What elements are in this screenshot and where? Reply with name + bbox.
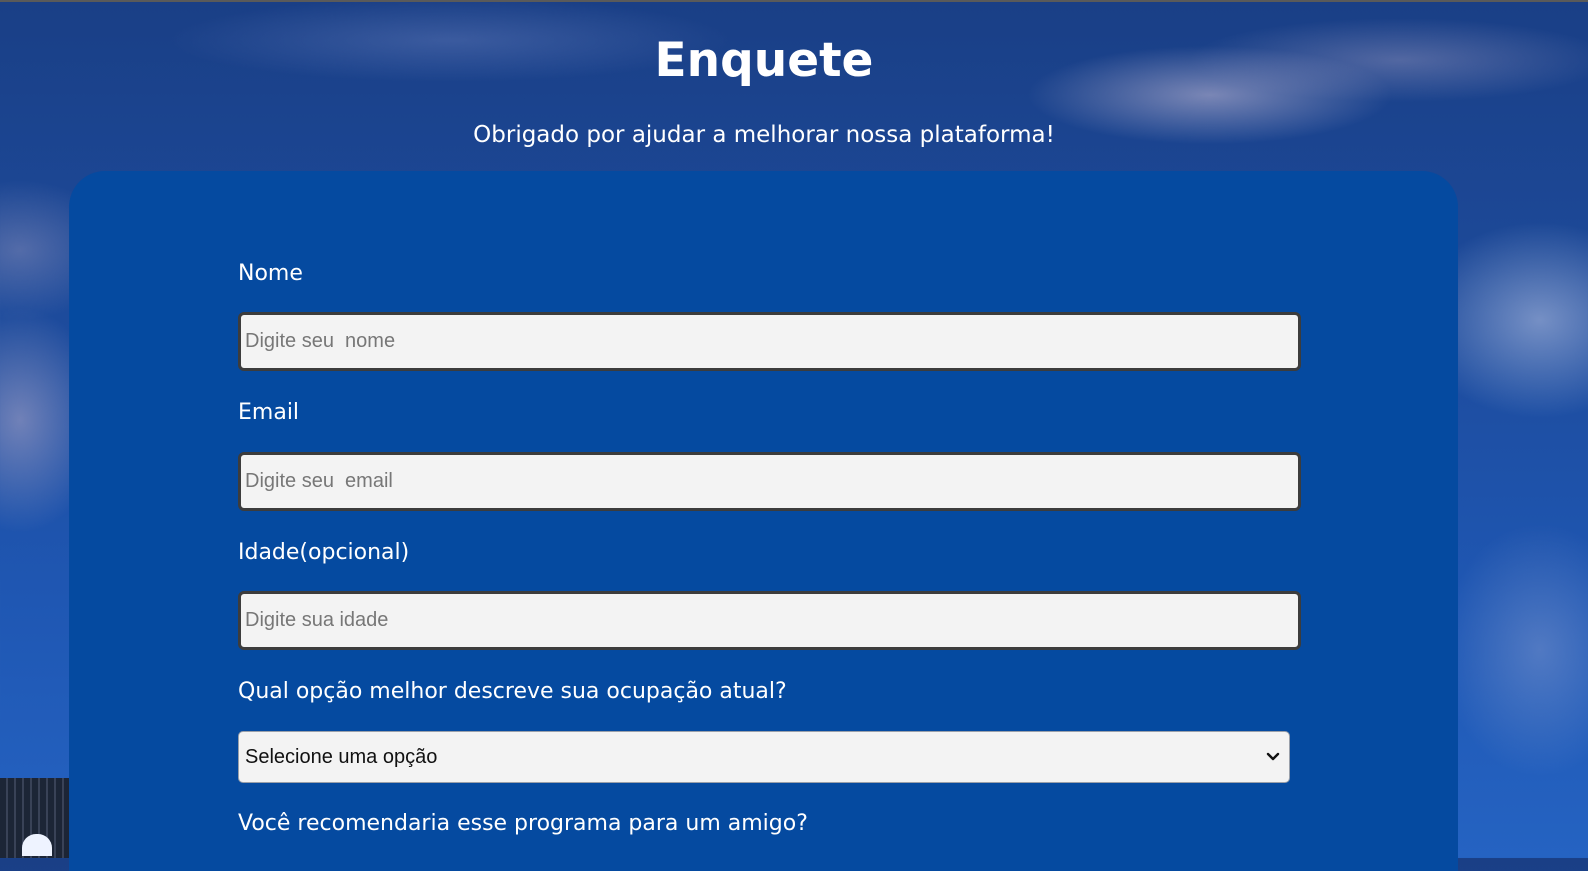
name-label: Nome: [238, 261, 303, 286]
occupation-select-value: Selecione uma opção: [245, 745, 438, 768]
background-building-image: [0, 778, 70, 858]
age-input[interactable]: [238, 591, 1301, 650]
email-label: Email: [238, 400, 300, 425]
name-input[interactable]: [238, 312, 1301, 371]
age-label: Idade(opcional): [238, 540, 410, 565]
page-subtitle: Obrigado por ajudar a melhorar nossa pla…: [473, 122, 1055, 148]
chevron-down-icon: [1265, 749, 1281, 765]
occupation-select[interactable]: Selecione uma opção: [238, 731, 1290, 783]
email-input[interactable]: [238, 452, 1301, 511]
window-top-border: [0, 0, 1588, 2]
page-title: Enquete: [654, 33, 874, 88]
building-light: [22, 834, 52, 856]
occupation-label: Qual opção melhor descreve sua ocupação …: [238, 679, 787, 704]
recommend-label: Você recomendaria esse programa para um …: [238, 811, 808, 836]
